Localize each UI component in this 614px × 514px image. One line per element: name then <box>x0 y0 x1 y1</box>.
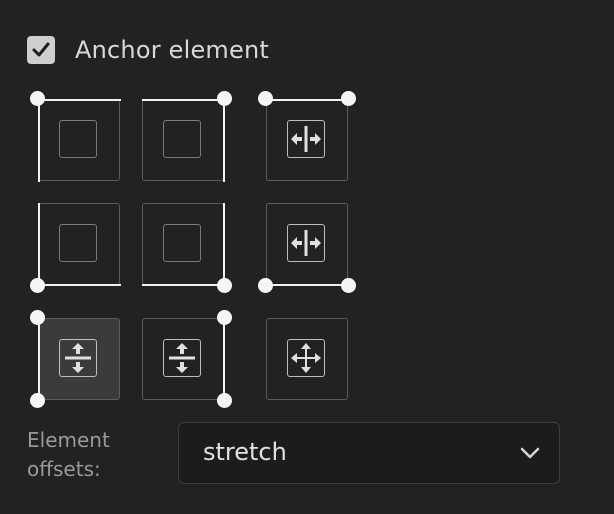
anchor-stretch-vertical-left-button[interactable] <box>30 310 120 408</box>
horizontal-stretch-icon <box>287 120 325 158</box>
edge-left <box>37 98 40 182</box>
four-way-stretch-icon <box>287 339 325 377</box>
edge-right <box>222 98 225 182</box>
anchor-handle-dot <box>30 91 45 106</box>
horizontal-stretch-icon <box>287 224 325 262</box>
anchor-handle-dot <box>30 278 45 293</box>
anchor-stretch-vertical-right-button[interactable] <box>142 310 232 408</box>
anchor-handle-dot <box>341 91 356 106</box>
edge-left <box>37 317 40 401</box>
anchor-handle-dot <box>217 310 232 325</box>
anchor-bottom-left-button[interactable] <box>30 202 121 293</box>
anchor-element-checkbox-row[interactable]: Anchor element <box>27 36 269 64</box>
square-icon <box>163 224 201 262</box>
chevron-down-icon <box>520 447 540 459</box>
edge-bottom <box>265 283 349 286</box>
anchor-top-right-button[interactable] <box>141 91 232 182</box>
element-offsets-select[interactable]: stretch <box>178 422 560 484</box>
element-offsets-label-line2: offsets: <box>27 457 101 481</box>
anchor-top-left-button[interactable] <box>30 91 121 182</box>
vertical-stretch-icon <box>59 339 97 377</box>
edge-top <box>141 98 225 101</box>
square-icon <box>59 120 97 158</box>
edge-bottom <box>141 283 225 286</box>
element-offsets-label-line1: Element <box>27 428 110 452</box>
edge-right <box>222 317 225 401</box>
anchor-element-checkbox[interactable] <box>27 36 55 64</box>
checkmark-icon <box>32 42 50 57</box>
edge-top <box>265 98 349 101</box>
anchor-handle-dot <box>217 278 232 293</box>
anchor-handle-dot <box>217 91 232 106</box>
anchor-top-stretch-horizontal-button[interactable] <box>258 91 356 181</box>
anchor-handle-dot <box>30 310 45 325</box>
anchor-handle-dot <box>258 278 273 293</box>
element-offsets-selected-value: stretch <box>203 438 287 466</box>
anchor-handle-dot <box>30 393 45 408</box>
edge-bottom <box>37 283 121 286</box>
anchor-bottom-stretch-horizontal-button[interactable] <box>258 203 356 293</box>
element-offsets-label: Element offsets: <box>27 426 147 484</box>
square-icon <box>163 120 201 158</box>
square-icon <box>59 224 97 262</box>
vertical-stretch-icon <box>163 339 201 377</box>
edge-top <box>37 98 121 101</box>
anchor-bottom-right-button[interactable] <box>141 202 232 293</box>
anchor-element-label: Anchor element <box>75 36 269 64</box>
anchor-handle-dot <box>217 393 232 408</box>
anchor-handle-dot <box>341 278 356 293</box>
anchor-handle-dot <box>258 91 273 106</box>
anchor-stretch-both-button[interactable] <box>266 318 348 400</box>
edge-right <box>222 202 225 286</box>
edge-left <box>37 202 40 286</box>
